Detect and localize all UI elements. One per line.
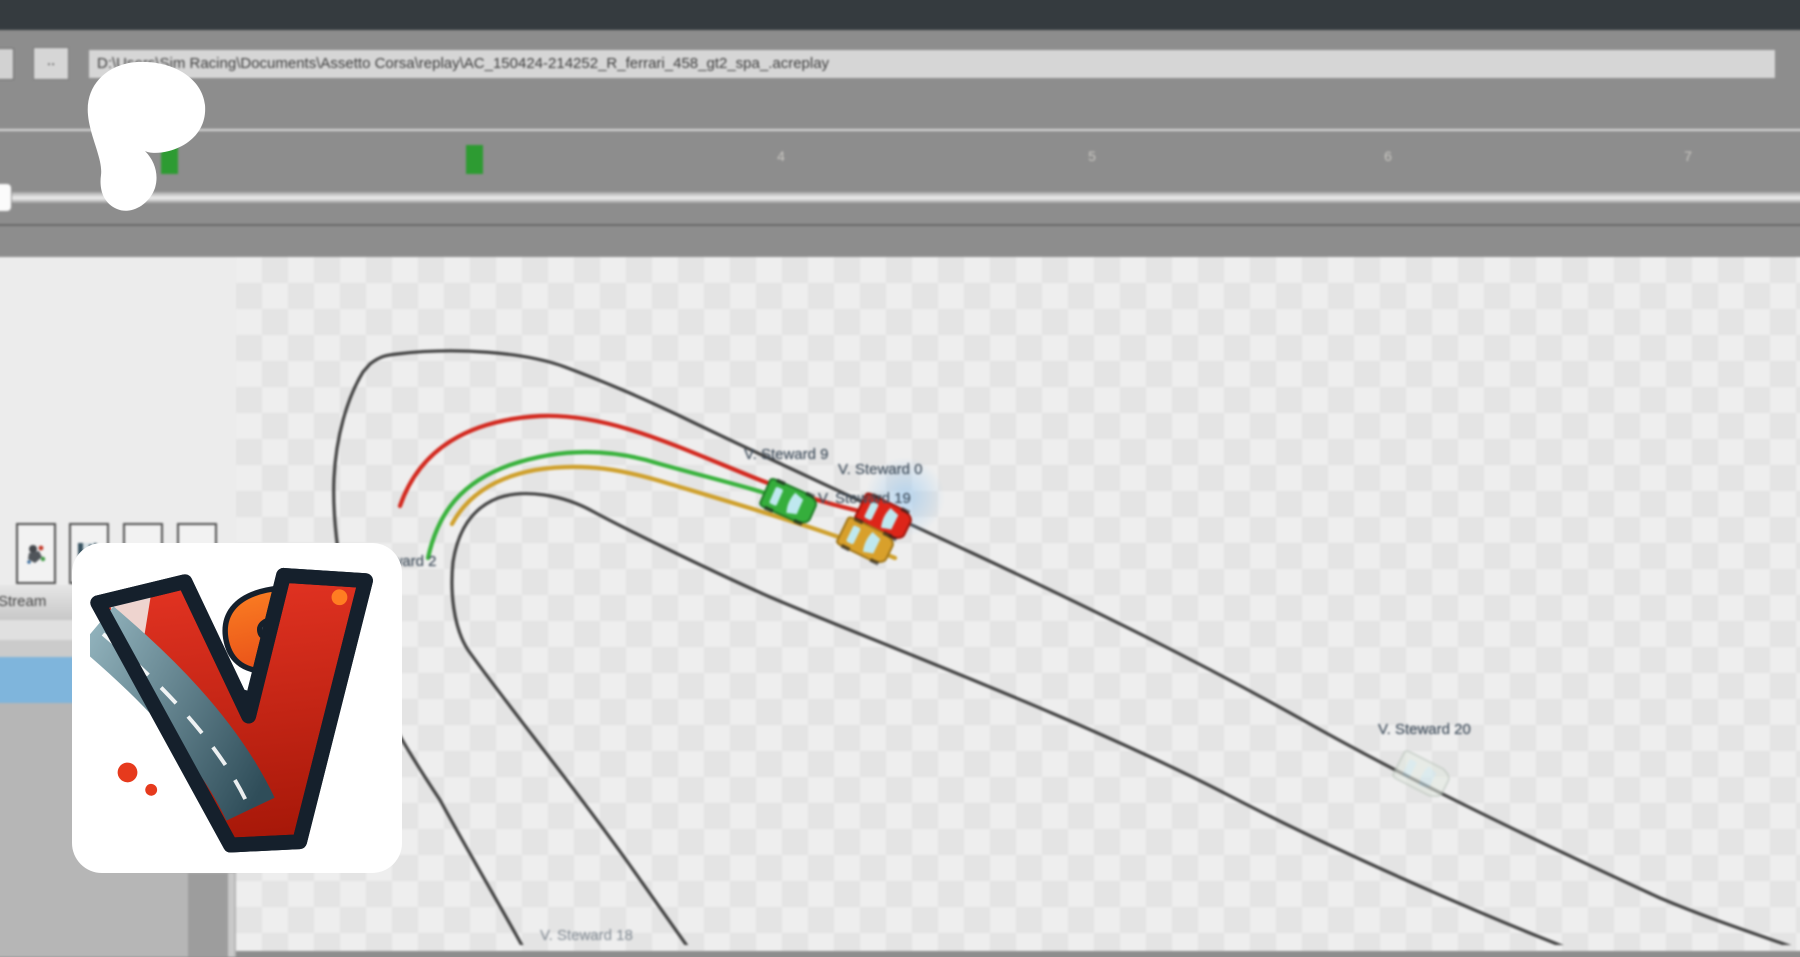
timeline-tick-6: 6 [1384, 148, 1392, 164]
ruler-divider [0, 129, 1800, 131]
browse-button[interactable]: .. [33, 47, 69, 80]
analyze-tool-icon [23, 541, 49, 567]
edge-button[interactable] [0, 48, 14, 80]
replay-path-input[interactable]: D:\Users\Sim Racing\Documents\Assetto Co… [88, 49, 1776, 79]
timeline-slider-handle[interactable] [0, 183, 12, 212]
timeline-tick-5: 5 [1088, 148, 1096, 164]
panel-scrollbar[interactable] [188, 873, 228, 957]
track-map-canvas[interactable] [236, 257, 1800, 951]
driver-label: V. Steward 0 [838, 461, 923, 478]
timeline-tick-4: 4 [777, 148, 785, 164]
analyze-button[interactable] [16, 523, 56, 584]
patreon-logo-blob [75, 55, 215, 220]
timeline-slider-track[interactable] [0, 192, 1800, 203]
vs-logo-sticker: S [90, 551, 390, 867]
driver-label: V. Steward 19 [818, 490, 911, 507]
timeline-event-marker[interactable] [466, 145, 483, 174]
driver-label: V. Steward 9 [744, 446, 829, 463]
driver-label: V. Steward 18 [540, 927, 633, 944]
driver-label: V. Steward 20 [1378, 721, 1471, 738]
panel-scrollbar-track [228, 873, 234, 957]
vs-logo-card: S [72, 543, 402, 873]
toolbar-bottom-divider [0, 224, 1800, 226]
timeline-tick-7: 7 [1684, 148, 1692, 164]
window-titlebar [0, 0, 1800, 30]
